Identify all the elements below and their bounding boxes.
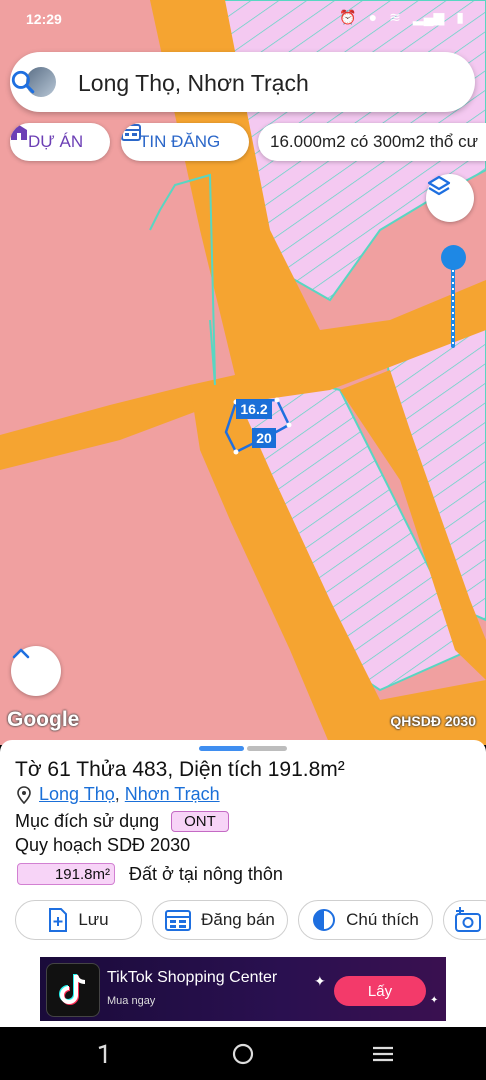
alarm-icon: ⏰ xyxy=(339,9,357,25)
plan-label: Quy hoạch SDĐ 2030 xyxy=(15,835,191,855)
home-icon xyxy=(232,1043,254,1065)
wifi-icon: ≋ xyxy=(389,9,401,25)
menu-lines-icon xyxy=(373,1046,393,1062)
search-icon[interactable] xyxy=(10,69,36,95)
map-view[interactable]: 16.2 20 12:29 ⏰ ● ≋ ▂▄▆ ▮ DỰ ÁN TIN ĐĂNG xyxy=(0,0,486,745)
add-file-icon xyxy=(48,908,68,932)
home-button[interactable] xyxy=(230,1041,256,1067)
expand-up-button[interactable] xyxy=(11,646,61,696)
layers-icon xyxy=(427,175,451,196)
sheet-page-indicator[interactable] xyxy=(247,746,287,751)
land-use-code-badge: ONT xyxy=(171,811,229,832)
save-button[interactable]: Lưu xyxy=(15,900,142,940)
location-pin-icon xyxy=(17,785,31,804)
sparkle-icon: ✦ xyxy=(430,995,439,1006)
chip-listings[interactable]: TIN ĐĂNG xyxy=(121,123,249,161)
ad-subtitle: Mua ngay xyxy=(107,995,156,1007)
parcel-width-label: 16.2 xyxy=(240,401,267,417)
post-sale-button[interactable]: Đăng bán xyxy=(152,900,288,940)
layer-name-label: QHSDĐ 2030 xyxy=(390,713,476,729)
ad-title: TikTok Shopping Center xyxy=(107,969,278,986)
location-district-link[interactable]: Nhơn Trạch xyxy=(125,784,220,805)
chevron-up-icon xyxy=(12,648,30,659)
recents-button[interactable] xyxy=(90,1041,116,1067)
battery-icon: ▮ xyxy=(456,9,464,25)
search-input[interactable] xyxy=(76,65,420,101)
location-icon: ● xyxy=(368,9,378,25)
system-nav-bar xyxy=(0,1027,486,1080)
chip-search-listing[interactable]: 16.000m2 có 300m2 thổ cư xyxy=(258,123,486,161)
status-time: 12:29 xyxy=(26,11,62,27)
back-button[interactable] xyxy=(370,1041,396,1067)
ad-banner[interactable]: TikTok Shopping Center Mua ngay ✦ ✦ Lấy xyxy=(40,957,446,1021)
land-use-row: Mục đích sử dụng ONT xyxy=(15,811,229,832)
signal-icon: ▂▄▆ xyxy=(412,9,445,25)
google-logo: Google xyxy=(7,708,80,731)
legend-button[interactable]: Chú thích xyxy=(298,900,433,940)
status-bar: 12:29 ⏰ ● ≋ ▂▄▆ ▮ xyxy=(0,0,486,40)
sparkle-icon: ✦ xyxy=(314,973,326,989)
plan-area-badge: 191.8m² xyxy=(17,863,115,885)
parcel-length-label: 20 xyxy=(256,430,272,446)
tiktok-logo-icon xyxy=(46,963,100,1017)
opacity-slider-handle[interactable] xyxy=(441,245,466,270)
add-photo-button[interactable] xyxy=(443,900,486,940)
search-bar[interactable] xyxy=(10,52,475,112)
add-photo-icon xyxy=(455,907,481,932)
parcel-info-sheet[interactable]: Tờ 61 Thửa 483, Diện tích 191.8m² Long T… xyxy=(0,740,486,950)
parcel-title: Tờ 61 Thửa 483, Diện tích 191.8m² xyxy=(15,758,345,781)
recents-icon xyxy=(98,1044,107,1063)
sheet-page-indicator-active[interactable] xyxy=(199,746,244,751)
plan-row: 191.8m² Đất ở tại nông thôn xyxy=(17,863,283,885)
calendar-icon xyxy=(165,909,192,931)
layers-button[interactable] xyxy=(426,174,474,222)
location-ward-link[interactable]: Long Thọ xyxy=(39,784,115,805)
contrast-icon xyxy=(312,908,336,932)
parcel-location: Long Thọ , Nhơn Trạch xyxy=(17,784,220,805)
plan-desc: Đất ở tại nông thôn xyxy=(129,863,283,884)
chip-projects[interactable]: DỰ ÁN xyxy=(10,123,110,161)
ad-cta-button[interactable]: Lấy xyxy=(334,976,426,1006)
